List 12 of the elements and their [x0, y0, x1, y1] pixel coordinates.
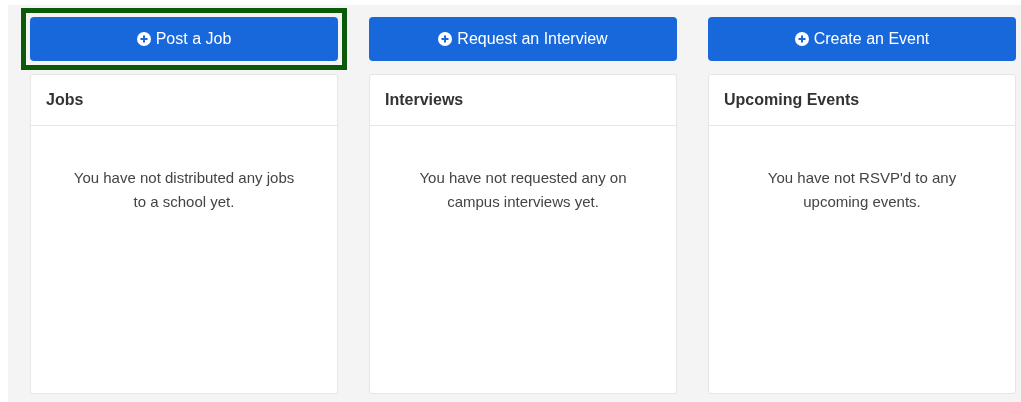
card-title: Interviews	[385, 91, 464, 109]
empty-message: You have not RSVP'd to any upcoming events.	[766, 168, 958, 212]
plus-circle-icon	[438, 32, 453, 46]
empty-message: You have not distributed any jobs to a school yet.	[72, 168, 296, 212]
plus-circle-icon	[794, 32, 809, 46]
empty-message: You have not requested any on campus interviews yet.	[418, 168, 628, 212]
card-title: Jobs	[46, 91, 84, 109]
card-title: Upcoming Events	[724, 91, 860, 109]
action-button[interactable]: Create an Event	[708, 17, 1016, 61]
action-button[interactable]: Request an Interview	[369, 17, 677, 61]
action-button[interactable]: Post a Job	[30, 17, 338, 61]
plus-circle-icon	[136, 32, 151, 46]
